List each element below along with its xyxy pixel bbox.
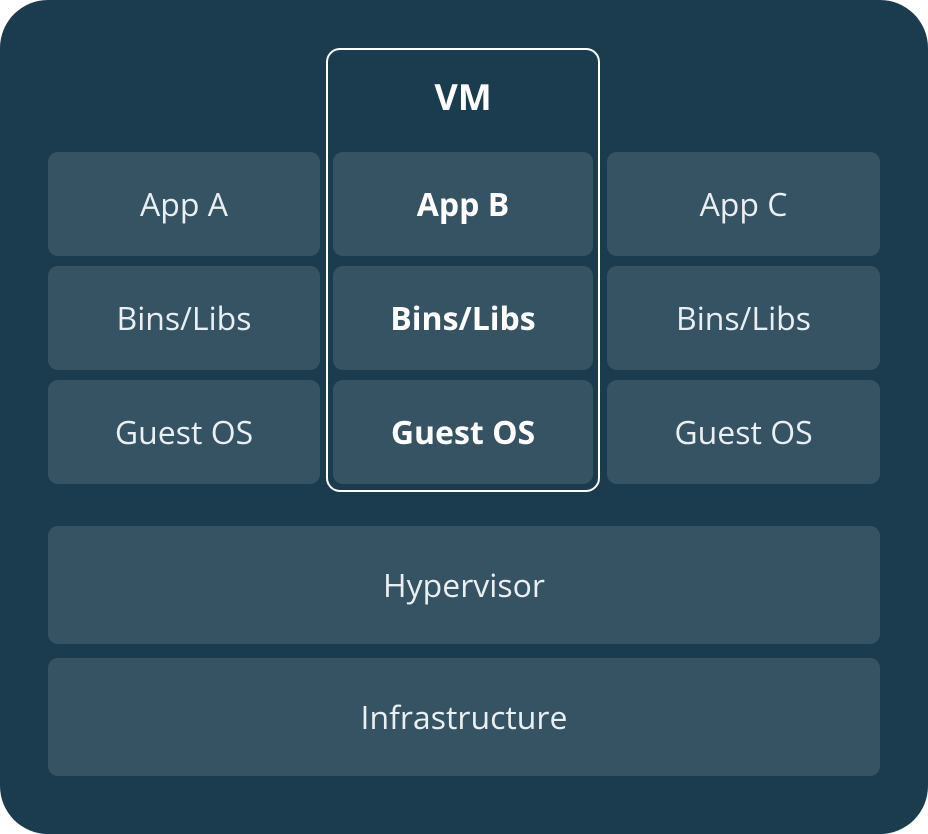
hypervisor-cell: Hypervisor <box>48 526 880 644</box>
bins-a-cell: Bins/Libs <box>48 266 320 370</box>
os-c-cell: Guest OS <box>607 380 880 484</box>
app-c-cell: App C <box>607 152 880 256</box>
bins-b-cell: Bins/Libs <box>333 266 593 370</box>
vm-label: VM <box>326 48 600 144</box>
bins-c-cell: Bins/Libs <box>607 266 880 370</box>
app-b-cell: App B <box>333 152 593 256</box>
os-b-cell: Guest OS <box>333 380 593 484</box>
infrastructure-cell: Infrastructure <box>48 658 880 776</box>
os-a-cell: Guest OS <box>48 380 320 484</box>
vm-diagram: VM App A App B App C Bins/Libs Bins/Libs… <box>0 0 928 834</box>
diagram-inner: VM App A App B App C Bins/Libs Bins/Libs… <box>48 48 880 786</box>
app-a-cell: App A <box>48 152 320 256</box>
